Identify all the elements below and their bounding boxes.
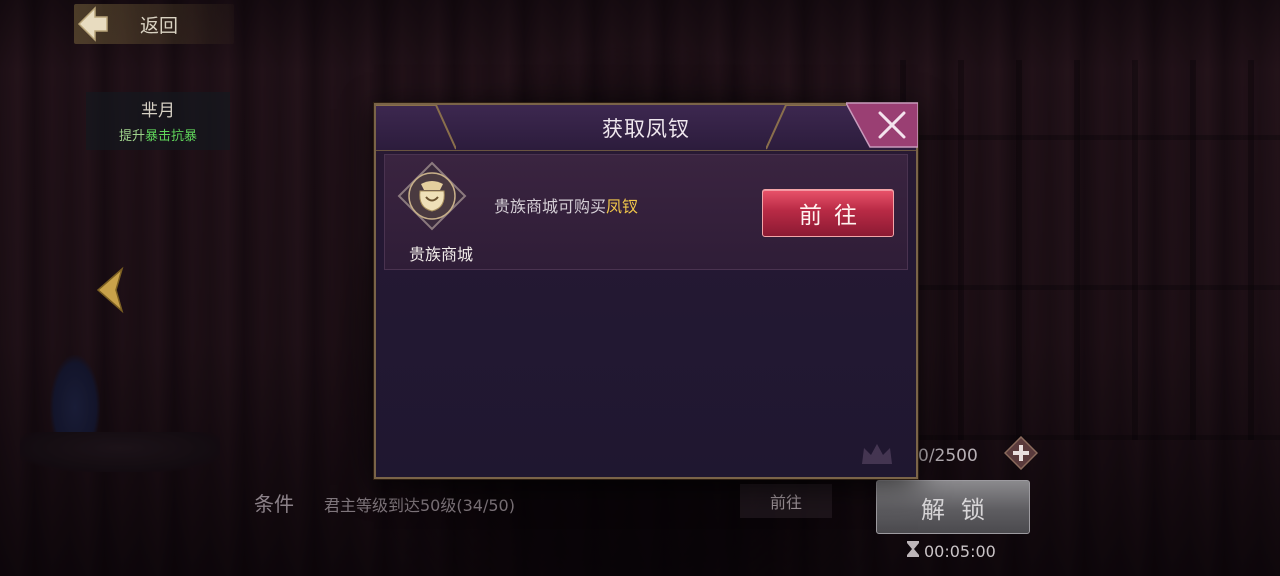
goto-shop-button[interactable]: 前往 xyxy=(762,189,894,237)
hero-name: 芈月 xyxy=(141,101,175,121)
hourglass-icon xyxy=(906,540,920,562)
back-arrow-icon xyxy=(74,4,110,44)
back-button[interactable]: 返回 xyxy=(74,4,234,44)
condition-goto-button[interactable]: 前往 xyxy=(740,484,832,518)
unlock-button[interactable]: 解锁 xyxy=(876,480,1030,534)
hero-bonus-highlight: 暴击抗暴 xyxy=(145,129,198,144)
hero-info-panel: 芈月 提升暴击抗暴 xyxy=(86,92,230,150)
close-icon xyxy=(844,102,919,148)
source-name: 贵族商城 xyxy=(408,245,473,264)
back-label: 返回 xyxy=(140,14,179,37)
timer-value: 00:05:00 xyxy=(924,541,996,561)
condition-label: 条件 xyxy=(254,492,294,516)
plus-icon[interactable] xyxy=(1003,435,1039,471)
close-button[interactable] xyxy=(844,101,919,149)
modal-header: 获取凤钗 xyxy=(376,105,916,151)
source-desc-highlight: 凤钗 xyxy=(606,197,639,216)
hero-bonus-prefix: 提升 xyxy=(118,129,145,144)
modal-title: 获取凤钗 xyxy=(602,117,690,141)
condition-text: 君主等级到达50级(34/50) xyxy=(324,496,515,515)
source-description: 贵族商城可购买凤钗 xyxy=(494,193,638,217)
prev-arrow-icon[interactable] xyxy=(92,265,126,315)
hero-bonus-desc: 提升暴击抗暴 xyxy=(86,125,230,144)
item-count: 0/2500 xyxy=(918,446,978,466)
unlock-timer: 00:05:00 xyxy=(906,540,996,562)
noble-shop-icon xyxy=(396,160,468,232)
source-desc-prefix: 贵族商城可购买 xyxy=(494,197,607,216)
crown-watermark-icon xyxy=(862,444,892,464)
